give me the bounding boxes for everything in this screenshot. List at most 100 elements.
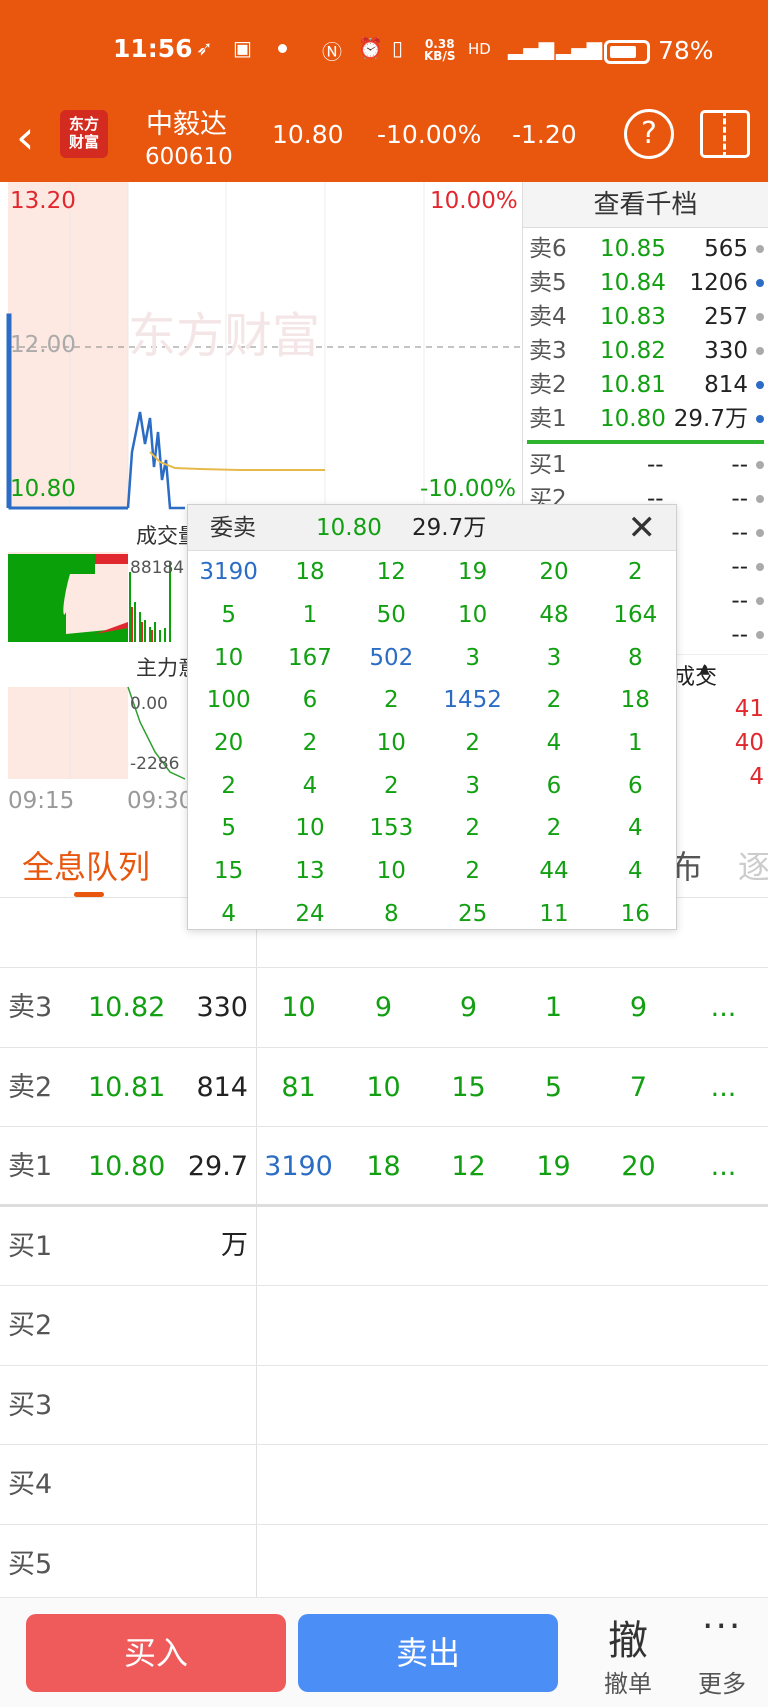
time-open-label: 09:30: [127, 788, 194, 814]
queue-row-bid[interactable]: 买5: [0, 1524, 768, 1604]
popup-order-cell: 2: [465, 730, 480, 757]
hd-icon: HD: [468, 40, 491, 58]
tab-tick[interactable]: 逐: [738, 842, 768, 888]
popup-order-cell: 5: [221, 602, 236, 629]
back-icon[interactable]: ‹: [16, 114, 34, 160]
popup-order-cell: 20: [214, 730, 244, 757]
queue-row-ask[interactable]: 卖1 10.80 29.7万 3190 18 12 19 20...: [0, 1127, 768, 1261]
divider: [527, 440, 764, 444]
popup-order-cell: 100: [206, 687, 251, 714]
popup-order-cell: 1452: [443, 687, 502, 714]
ask-row: 卖2 10.81 814: [523, 368, 768, 402]
view-full-depth-button[interactable]: 查看千档: [523, 182, 768, 228]
more-icon[interactable]: ···: [702, 1606, 742, 1647]
active-tab-indicator: [74, 892, 104, 897]
popup-order-cell: 20: [539, 559, 569, 586]
help-icon[interactable]: ?: [624, 109, 674, 159]
popup-order-cell: 1: [302, 602, 318, 629]
popup-order-cell: 44: [539, 858, 569, 885]
queue-row-ask[interactable]: 卖3 10.82 330 10 9 9 1 9...: [0, 968, 768, 1048]
vibrate-icon: ▯: [392, 36, 404, 60]
cancel-order-icon[interactable]: 撤: [608, 1608, 648, 1666]
popup-order-cell: 4: [546, 730, 562, 757]
popup-order-cell: 48: [539, 602, 569, 629]
sell-button[interactable]: 卖出: [298, 1614, 558, 1692]
sort-up-icon[interactable]: ▲: [699, 661, 710, 677]
popup-order-cell: 10: [376, 858, 406, 885]
ask-row: 卖1 10.80 29.7万: [523, 402, 768, 436]
order-queue: 卖3 10.82 330 10 9 9 1 9... 卖2 10.81 814 81 10 15 5 7…: [0, 898, 768, 1604]
watermark: 东方财富: [128, 308, 320, 364]
popup-order-cell: 2: [384, 772, 399, 799]
popup-order-cell: 2: [384, 687, 399, 714]
dot-icon: [756, 495, 764, 503]
popup-order-cell: 2: [221, 772, 236, 799]
pct-high-label: 10.00%: [430, 188, 518, 214]
popup-row: 4 24 8 25 11 16: [188, 893, 676, 936]
popup-order-cell: 4: [628, 858, 643, 885]
popup-order-cell: 502: [369, 644, 414, 671]
popup-order-cell: 2: [302, 730, 318, 757]
queue-row-ask[interactable]: 卖2 10.81 814 81 10 15 5 7...: [0, 1047, 768, 1127]
popup-row: 3190 18 12 19 20 2: [188, 551, 676, 594]
popup-order-cell: 3: [465, 772, 480, 799]
popup-price: 10.80: [316, 515, 382, 541]
dot-icon: [756, 461, 764, 469]
popup-order-cell: 10: [458, 602, 488, 629]
app-logo: 东方 财富: [60, 110, 108, 158]
current-price: 10.80: [272, 120, 344, 149]
popup-order-cell: 1: [628, 730, 643, 757]
popup-order-cell: 3190: [199, 559, 258, 586]
trades-header[interactable]: 成交: [673, 659, 717, 691]
ask-row: 卖4 10.83 257: [523, 300, 768, 334]
popup-order-cell: 4: [221, 900, 236, 927]
queue-row-bid[interactable]: 买3: [0, 1365, 768, 1445]
buy-button[interactable]: 买入: [26, 1614, 286, 1692]
app-icon: ▣: [233, 36, 252, 60]
popup-order-cell: 15: [214, 858, 244, 885]
popup-order-cell: 10: [376, 730, 406, 757]
popup-order-cell: 167: [288, 644, 332, 671]
more-notifications-icon: [278, 44, 287, 53]
split-screen-icon[interactable]: [700, 110, 750, 158]
signal-5g-2-icon: ▂▄▆: [556, 36, 603, 60]
queue-row-bid[interactable]: 买1: [0, 1206, 768, 1286]
popup-order-cell: 164: [613, 602, 658, 629]
popup-order-cell: 5: [221, 815, 236, 842]
popup-row: 5 1 50 10 48 164: [188, 594, 676, 637]
popup-volume: 29.7万: [412, 515, 487, 541]
popup-order-cell: 153: [369, 815, 414, 842]
volume-value: 88184: [130, 558, 185, 578]
flow-top-label: 0.00: [130, 694, 168, 714]
popup-order-cell: 8: [384, 900, 399, 927]
popup-order-cell: 6: [546, 772, 562, 799]
popup-row: 5 10 153 2 2 4: [188, 807, 676, 850]
popup-order-cell: 19: [458, 559, 488, 586]
popup-order-cell: 25: [458, 900, 488, 927]
popup-header: 委卖 10.80 29.7万 ✕: [188, 505, 676, 551]
popup-order-cell: 3: [546, 644, 562, 671]
dot-icon: [756, 415, 764, 423]
change-percent: -10.00%: [377, 120, 482, 149]
popup-order-cell: 18: [295, 559, 325, 586]
ask-row: 卖6 10.85 565: [523, 232, 768, 266]
dot-icon: [756, 245, 764, 253]
popup-row: 100 6 2 1452 2 18: [188, 679, 676, 722]
bottom-bar: 买入 卖出 撤 撤单 ··· 更多: [0, 1597, 768, 1707]
popup-order-cell: 16: [620, 900, 650, 927]
popup-row: 2 4 2 3 6 6: [188, 764, 676, 807]
queue-row-bid[interactable]: 买2: [0, 1286, 768, 1366]
popup-order-cell: 10: [295, 815, 325, 842]
stock-header: ‹ 东方 财富 中毅达 600610 10.80 -10.00% -1.20 ?: [0, 100, 768, 182]
queue-row-bid[interactable]: 买4: [0, 1445, 768, 1525]
alarm-icon: ⏰: [358, 36, 383, 60]
more-button[interactable]: 更多: [698, 1664, 746, 1699]
dot-icon: [756, 279, 764, 287]
popup-order-cell: 6: [628, 772, 643, 799]
tab-full-queue[interactable]: 全息队列: [22, 842, 150, 888]
change-amount: -1.20: [512, 120, 577, 149]
cancel-order-button[interactable]: 撤单: [604, 1664, 652, 1699]
popup-order-cell: 18: [620, 687, 650, 714]
popup-order-cell: 8: [628, 644, 643, 671]
close-icon[interactable]: ✕: [628, 505, 657, 551]
